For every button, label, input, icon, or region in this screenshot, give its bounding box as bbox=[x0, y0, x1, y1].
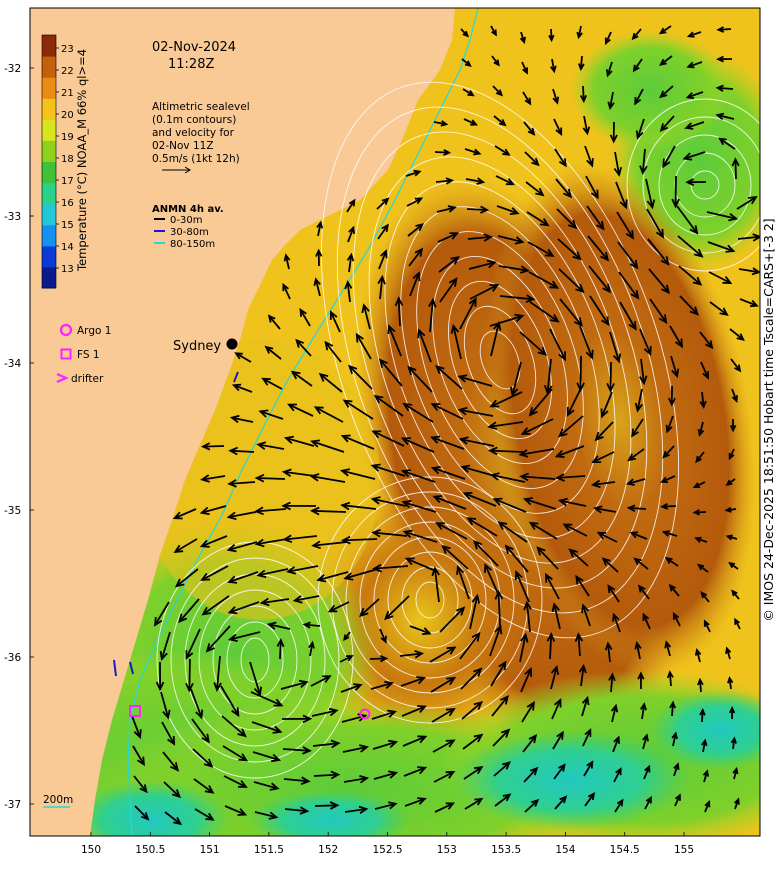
x-tick-label: 152.5 bbox=[372, 844, 402, 856]
y-tick-label: -36 bbox=[4, 652, 21, 664]
x-tick-label: 152 bbox=[318, 844, 338, 856]
colorbar-label: Temperature (°C) NOAA_M 66% ql>=4 bbox=[75, 49, 89, 272]
colorbar-tick-label: 23 bbox=[61, 44, 74, 55]
platform-legend-argo: Argo 1 bbox=[77, 325, 111, 337]
colorbar-tick-label: 15 bbox=[61, 220, 74, 231]
mooring-legend-title: ANMN 4h av. bbox=[152, 204, 224, 215]
x-tick-label: 154.5 bbox=[610, 844, 640, 856]
colorbar-segment bbox=[42, 267, 56, 289]
velocity-arrow bbox=[203, 446, 224, 447]
colorbar-tick-label: 13 bbox=[61, 264, 74, 275]
y-tick-label: -33 bbox=[4, 211, 21, 223]
x-tick-label: 151 bbox=[200, 844, 220, 856]
y-tick-label: -32 bbox=[4, 63, 21, 75]
x-tick-label: 153 bbox=[437, 844, 457, 856]
colorbar-segment bbox=[42, 204, 56, 226]
colorbar-segment bbox=[42, 35, 56, 57]
y-tick-label: -35 bbox=[4, 505, 21, 517]
mooring-legend-item-0: 0-30m bbox=[170, 215, 202, 226]
city-label: Sydney bbox=[173, 339, 221, 354]
x-tick-label: 150 bbox=[81, 844, 101, 856]
velocity-arrow bbox=[735, 159, 736, 179]
colorbar-segment bbox=[42, 77, 56, 99]
x-tick-label: 154 bbox=[555, 844, 575, 856]
platform-legend-fs: FS 1 bbox=[77, 349, 100, 361]
velocity-arrow bbox=[315, 805, 337, 806]
colorbar-segment bbox=[42, 225, 56, 247]
colorbar-tick-label: 17 bbox=[61, 176, 74, 187]
velocity-arrow bbox=[312, 511, 346, 512]
velocity-arrow bbox=[581, 356, 582, 390]
velocity-arrow bbox=[189, 659, 190, 690]
colorbar-tick-label: 22 bbox=[61, 66, 74, 77]
colorbar-segment bbox=[42, 98, 56, 120]
credit-text: © IMOS 24-Dec-2025 18:51:50 Hobart time … bbox=[761, 218, 776, 621]
colorbar-segment bbox=[42, 183, 56, 205]
colorbar-tick-label: 19 bbox=[61, 132, 74, 143]
x-tick-label: 151.5 bbox=[254, 844, 284, 856]
x-tick-label: 153.5 bbox=[491, 844, 521, 856]
colorbar-tick-label: 18 bbox=[61, 154, 74, 165]
y-tick-label: -37 bbox=[4, 799, 21, 811]
colorbar-tick-label: 14 bbox=[61, 242, 74, 253]
annotation-line-2: (0.1m contours) bbox=[152, 114, 236, 126]
colorbar-segment bbox=[42, 140, 56, 162]
annotation-line-4: 02-Nov 11Z bbox=[152, 140, 214, 152]
mooring-legend-item-2: 80-150m bbox=[170, 239, 215, 250]
annotation-line-3: and velocity for bbox=[152, 127, 235, 139]
isobath-label: 200m bbox=[43, 794, 73, 806]
date-label: 02-Nov-2024 bbox=[152, 40, 236, 55]
colorbar-tick-label: 21 bbox=[61, 88, 74, 99]
velocity-arrow bbox=[611, 362, 612, 391]
x-tick-label: 150.5 bbox=[135, 844, 165, 856]
platform-legend-drifter: drifter bbox=[71, 373, 104, 385]
colorbar-segment bbox=[42, 246, 56, 268]
temperature-colorbar: 13 14 15 16 17 18 19 20 21 22 23 Temperature (°C) … bbox=[42, 35, 89, 289]
colorbar-tick-label: 16 bbox=[61, 198, 74, 209]
y-tick-label: -34 bbox=[4, 358, 21, 370]
annotation-line-5: 0.5m/s (1kt 12h) bbox=[152, 153, 240, 165]
sydney-city-marker bbox=[227, 339, 238, 350]
time-label: 11:28Z bbox=[168, 57, 214, 72]
mooring-legend-item-1: 30-80m bbox=[170, 227, 209, 238]
colorbar-segment bbox=[42, 56, 56, 78]
x-tick-label: 155 bbox=[674, 844, 694, 856]
ocean-temperature-map: -32 -33 -34 -35 -36 -37 150 150.5 151 151.5 152 15… bbox=[0, 0, 780, 890]
colorbar-segment bbox=[42, 119, 56, 141]
colorbar-tick-label: 20 bbox=[61, 110, 74, 121]
annotation-line-1: Altimetric sealevel bbox=[152, 101, 250, 113]
colorbar-segment bbox=[42, 162, 56, 184]
velocity-arrow bbox=[676, 176, 677, 206]
velocity-arrow bbox=[257, 478, 285, 479]
